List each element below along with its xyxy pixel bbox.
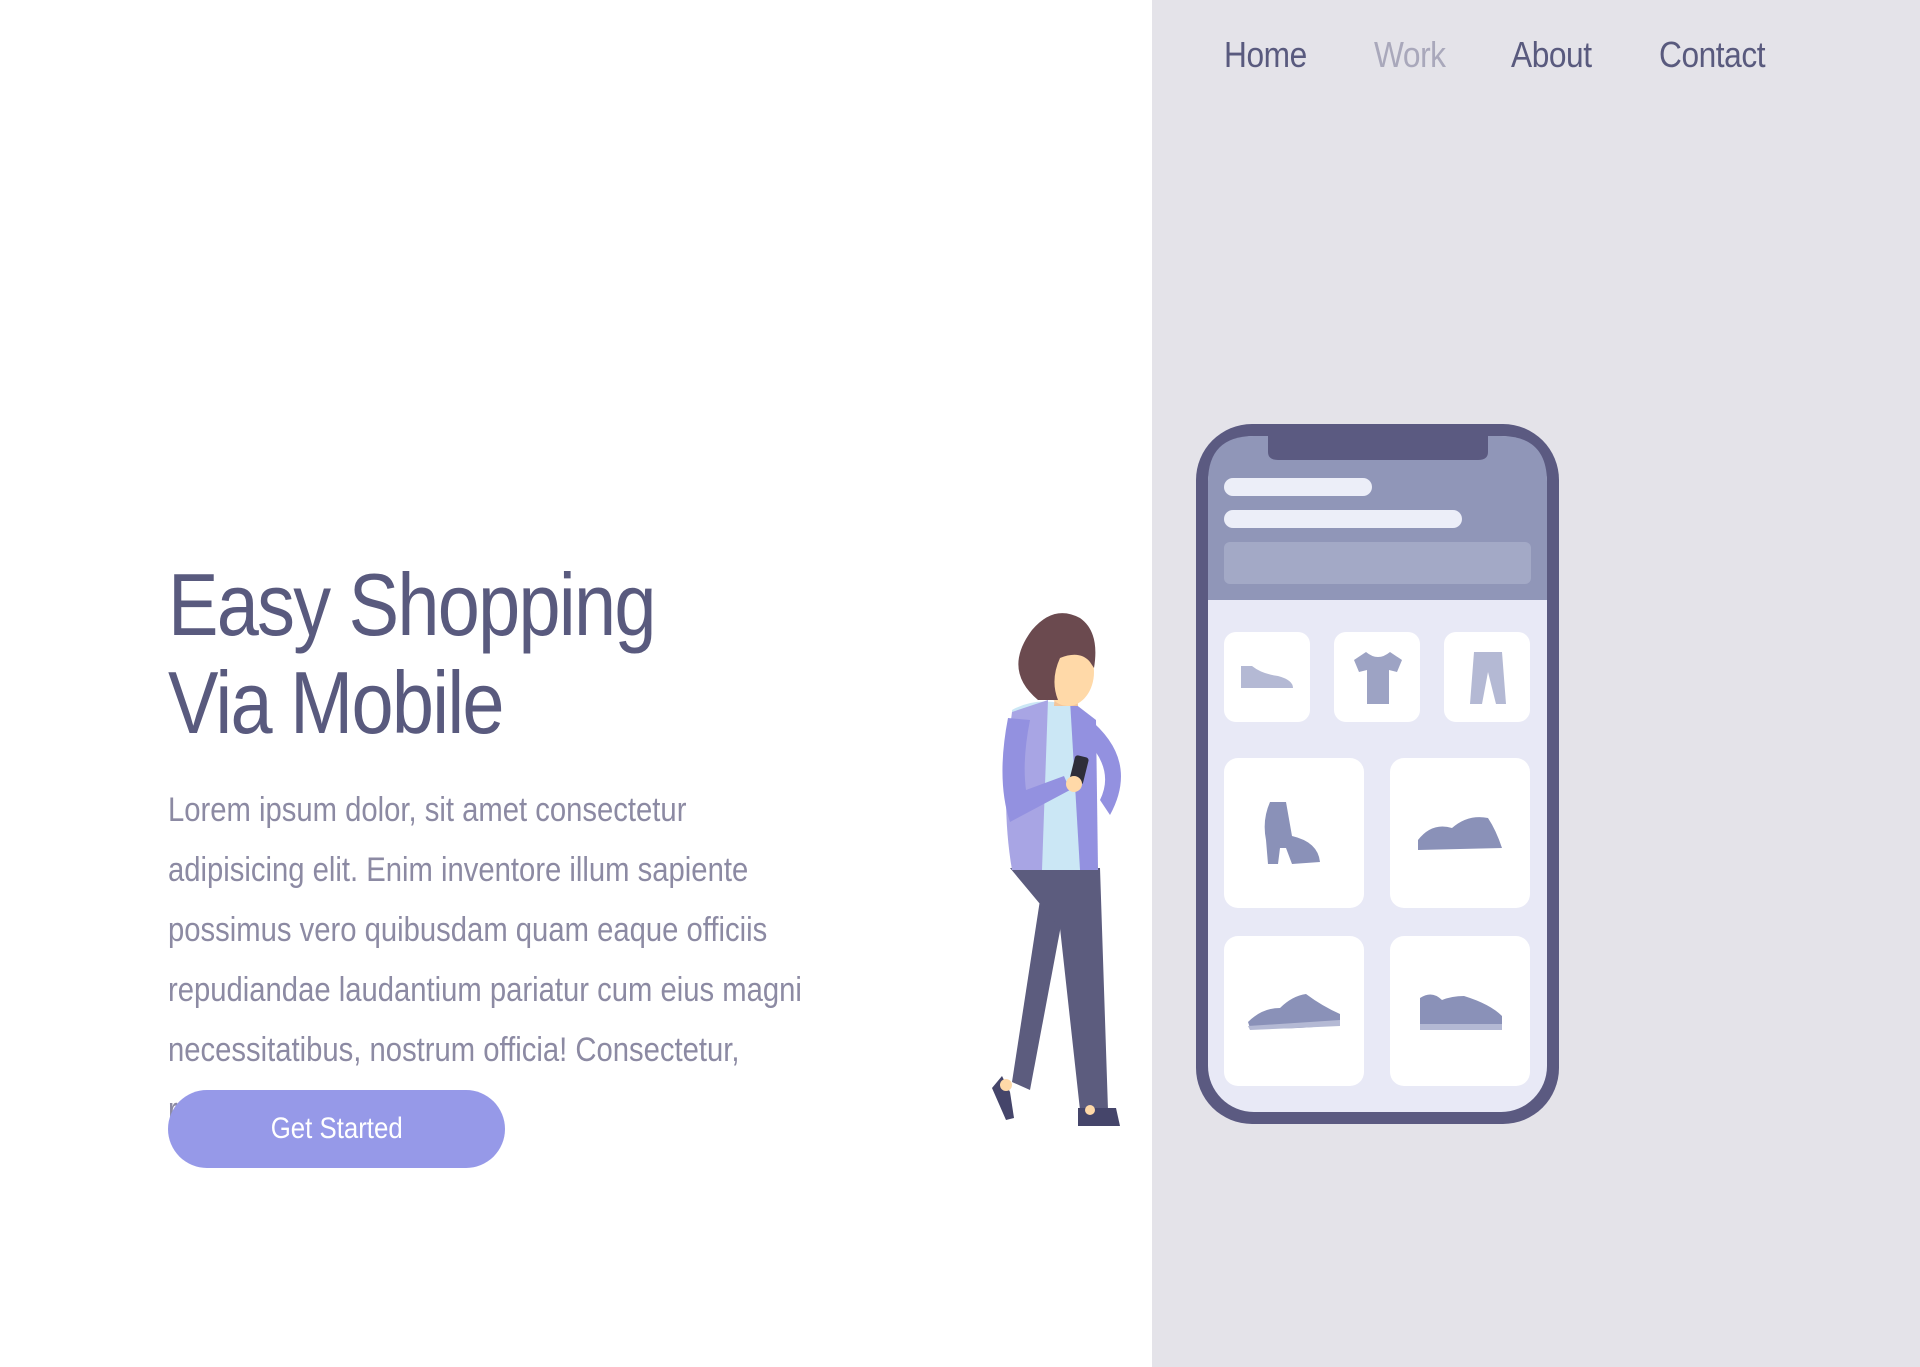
hero-description: Lorem ipsum dolor, sit amet consectetur … [168,791,802,1129]
nav-work-link[interactable]: Work [1374,34,1446,76]
shopping-illustration [992,424,1559,1126]
hero-title: Easy Shopping Via Mobile [168,555,656,752]
nav-home-link[interactable]: Home [1224,34,1307,76]
woman-figure [992,613,1121,1126]
get-started-button[interactable]: Get Started [168,1090,505,1168]
get-started-label: Get Started [270,1112,403,1145]
hero-title-line2: Via Mobile [168,653,505,752]
hero-title-line1: Easy Shopping [168,555,656,654]
nav-about-link[interactable]: About [1511,34,1592,76]
phone-mockup [1196,424,1559,1124]
main-nav: Home Work About Contact [1224,34,1780,76]
nav-contact-link[interactable]: Contact [1659,34,1766,76]
